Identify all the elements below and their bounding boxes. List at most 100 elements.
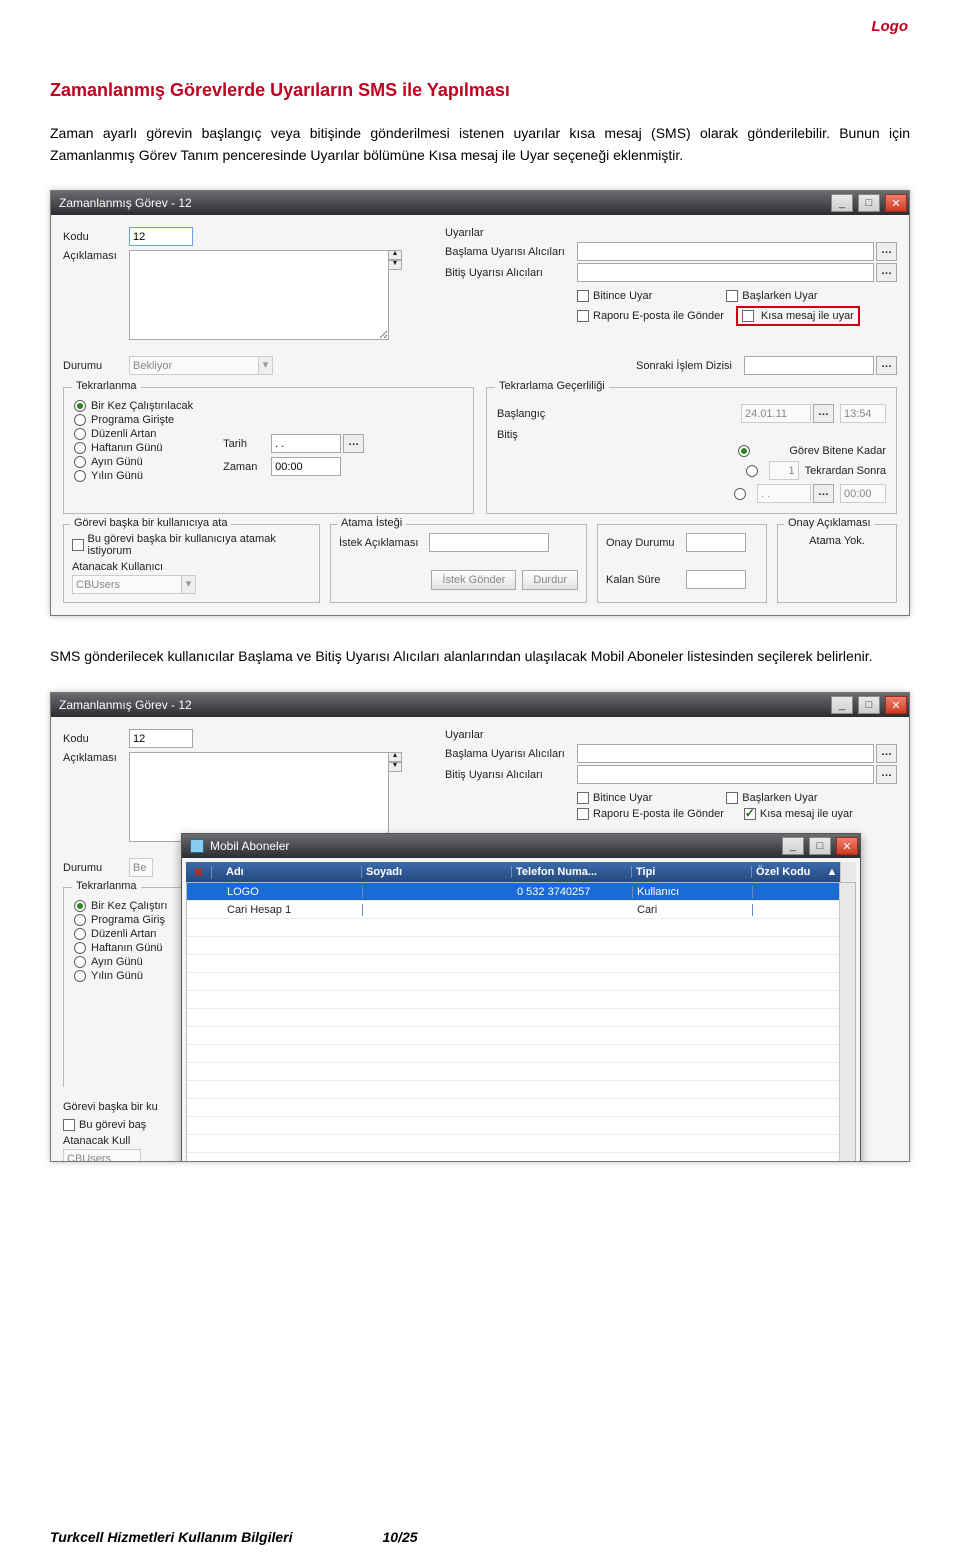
- onay-durumu-input[interactable]: [686, 533, 746, 552]
- bitis-time-input[interactable]: [840, 484, 886, 503]
- baslama-alicilari-lookup-icon[interactable]: …: [876, 242, 897, 261]
- kisa-mesaj-checkbox[interactable]: [744, 808, 756, 820]
- rapor-eposta-checkbox[interactable]: [577, 808, 589, 820]
- sonraki-islem-input[interactable]: [744, 356, 874, 375]
- grid-corner-icon[interactable]: ✖: [194, 867, 203, 879]
- baslama-alicilari-input[interactable]: [577, 744, 874, 763]
- chevron-down-icon[interactable]: ▾: [182, 575, 196, 594]
- table-row[interactable]: [187, 991, 839, 1009]
- bitis-count-input[interactable]: [769, 461, 799, 480]
- baslarken-uyar-checkbox[interactable]: [726, 290, 738, 302]
- bitis-radio-1[interactable]: [746, 465, 758, 477]
- bitis-radio-2[interactable]: [734, 488, 746, 500]
- table-row[interactable]: [187, 955, 839, 973]
- repeat-radio-3[interactable]: [74, 442, 86, 454]
- onay-durumu-fieldset: Onay Durumu Kalan Süre: [597, 524, 767, 603]
- kodu-input[interactable]: [129, 227, 193, 246]
- sort-icon[interactable]: ▲: [824, 866, 840, 878]
- baslangic-date-lookup-icon[interactable]: …: [813, 404, 834, 423]
- bitis-radio-0[interactable]: [738, 445, 750, 457]
- repeat-radio-label-1: Programa Girişte: [91, 414, 174, 426]
- table-row[interactable]: [187, 1009, 839, 1027]
- table-row[interactable]: [187, 1099, 839, 1117]
- kodu-input[interactable]: [129, 729, 193, 748]
- baslama-alicilari-input[interactable]: [577, 242, 874, 261]
- baslarken-uyar-checkbox[interactable]: [726, 792, 738, 804]
- table-row[interactable]: [187, 973, 839, 991]
- table-row[interactable]: [187, 1135, 839, 1153]
- durumu-select[interactable]: [129, 356, 259, 375]
- table-row[interactable]: [187, 1045, 839, 1063]
- baslangic-date-input[interactable]: [741, 404, 811, 423]
- textarea-scroll-up-icon[interactable]: ▲: [388, 250, 402, 260]
- baslangic-time-input[interactable]: [840, 404, 886, 423]
- tarih-input[interactable]: [271, 434, 341, 453]
- aciklama-input[interactable]: [129, 752, 389, 842]
- assign-checkbox[interactable]: [63, 1119, 75, 1131]
- rapor-eposta-checkbox[interactable]: [577, 310, 589, 322]
- maximize-icon[interactable]: □: [858, 696, 880, 714]
- bitis-alicilari-input[interactable]: [577, 765, 874, 784]
- zaman-input[interactable]: [271, 457, 341, 476]
- kisa-mesaj-checkbox[interactable]: [742, 310, 754, 322]
- istek-aciklama-input[interactable]: [429, 533, 549, 552]
- textarea-scroll-up-icon[interactable]: ▲: [388, 752, 402, 762]
- bitis-date-input[interactable]: [757, 484, 811, 503]
- minimize-icon[interactable]: _: [831, 696, 853, 714]
- baslama-alicilari-lookup-icon[interactable]: …: [876, 744, 897, 763]
- close-icon[interactable]: ✕: [885, 696, 907, 714]
- repeat-radio-1[interactable]: [74, 914, 86, 926]
- durdur-button[interactable]: Durdur: [522, 570, 578, 590]
- grid-header-ozel[interactable]: Özel Kodu: [752, 866, 824, 878]
- maximize-icon[interactable]: □: [809, 837, 831, 855]
- repeat-radio-4[interactable]: [74, 956, 86, 968]
- table-row[interactable]: [187, 919, 839, 937]
- sonraki-islem-lookup-icon[interactable]: …: [876, 356, 897, 375]
- close-icon[interactable]: ✕: [836, 837, 858, 855]
- grid-header-soyadi[interactable]: Soyadı: [362, 866, 512, 878]
- table-row[interactable]: [187, 1063, 839, 1081]
- table-row[interactable]: [187, 1081, 839, 1099]
- table-row[interactable]: [187, 1027, 839, 1045]
- minimize-icon[interactable]: _: [831, 194, 853, 212]
- repeat-radio-4[interactable]: [74, 456, 86, 468]
- kalan-sure-input[interactable]: [686, 570, 746, 589]
- table-row[interactable]: LOGO 0 532 3740257 Kullanıcı: [187, 883, 839, 901]
- repeat-radio-0[interactable]: [74, 900, 86, 912]
- tarih-lookup-icon[interactable]: …: [343, 434, 364, 453]
- repeat-radio-3[interactable]: [74, 942, 86, 954]
- grid-header-telefon[interactable]: Telefon Numa...: [512, 866, 632, 878]
- grid-scrollbar[interactable]: [839, 883, 855, 1162]
- atanacak-kullanici-select[interactable]: [72, 575, 182, 594]
- repeat-radio-0[interactable]: [74, 400, 86, 412]
- assign-checkbox[interactable]: [72, 539, 84, 551]
- table-row[interactable]: [187, 937, 839, 955]
- table-row[interactable]: Cari Hesap 1 Cari: [187, 901, 839, 919]
- chevron-down-icon[interactable]: ▾: [259, 356, 273, 375]
- bitis-alicilari-lookup-icon[interactable]: …: [876, 263, 897, 282]
- table-row[interactable]: [187, 1117, 839, 1135]
- repeat-radio-5[interactable]: [74, 970, 86, 982]
- aciklama-input[interactable]: [129, 250, 389, 340]
- bitis-alicilari-lookup-icon[interactable]: …: [876, 765, 897, 784]
- maximize-icon[interactable]: □: [858, 194, 880, 212]
- repeat-radio-1[interactable]: [74, 414, 86, 426]
- close-icon[interactable]: ✕: [885, 194, 907, 212]
- grid-scroll-up-icon[interactable]: [840, 862, 856, 882]
- scheduled-task-window-2: Zamanlanmış Görev - 12 _ □ ✕ Kodu Açıkla…: [50, 692, 910, 1162]
- istek-gonder-button[interactable]: İstek Gönder: [431, 570, 516, 590]
- repeat-radio-2[interactable]: [74, 428, 86, 440]
- bitis-alicilari-input[interactable]: [577, 263, 874, 282]
- repeat-radio-5[interactable]: [74, 470, 86, 482]
- bitince-uyar-checkbox[interactable]: [577, 792, 589, 804]
- textarea-scroll-down-icon[interactable]: ▼: [388, 260, 402, 270]
- bitis-label: Bitiş: [497, 429, 567, 441]
- textarea-scroll-down-icon[interactable]: ▼: [388, 762, 402, 772]
- grid-header-adi[interactable]: Adı: [212, 866, 362, 878]
- bitince-uyar-checkbox[interactable]: [577, 290, 589, 302]
- bitis-date-lookup-icon[interactable]: …: [813, 484, 834, 503]
- grid-header-tipi[interactable]: Tipi: [632, 866, 752, 878]
- repeat-radio-2[interactable]: [74, 928, 86, 940]
- minimize-icon[interactable]: _: [782, 837, 804, 855]
- atanacak-kullanici-select[interactable]: [63, 1149, 141, 1162]
